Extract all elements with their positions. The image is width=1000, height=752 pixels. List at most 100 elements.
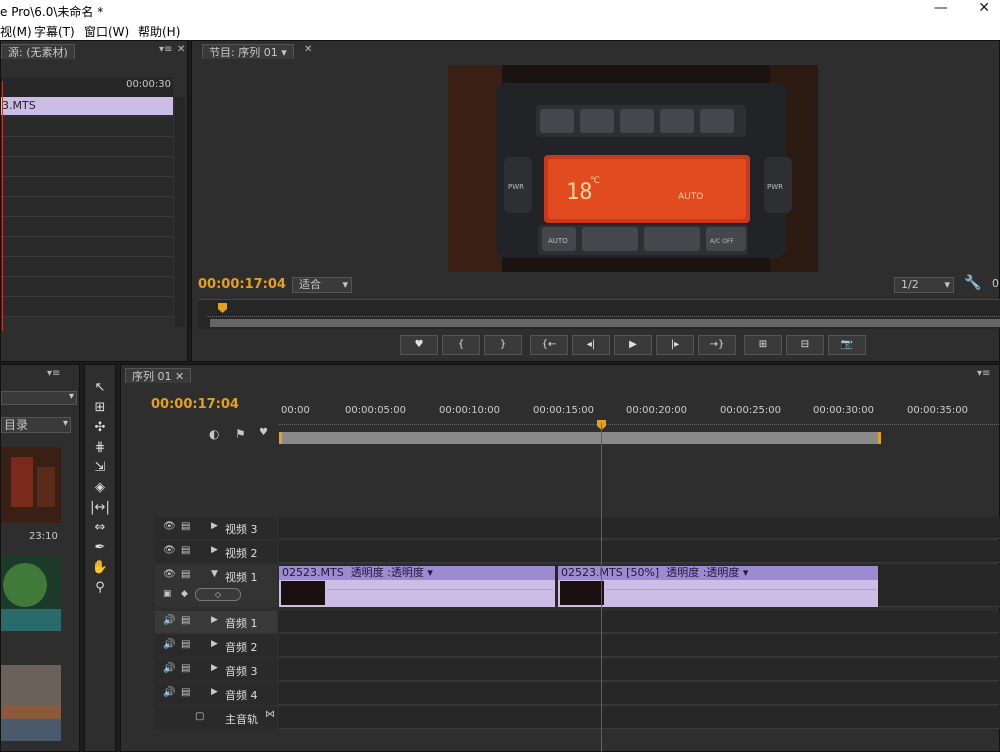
panel-menu-icon[interactable]: ▾≡ [159,44,172,55]
film-icon[interactable]: ▤ [181,521,190,532]
track-header-audio3[interactable]: 🔊 ▤ ▶ 音频 3 [155,659,277,681]
marker-icon[interactable]: ⚑ [235,427,246,441]
eye-icon[interactable]: 👁 [163,521,176,532]
panel-menu-icon[interactable]: ▾≡ [47,368,60,379]
expand-arrow-icon[interactable]: ▶ [211,615,218,625]
project-thumbnail-1[interactable] [1,447,61,523]
step-forward-button[interactable]: |▸ [656,335,694,355]
clip-effect[interactable]: 透明度 :透明度 ▾ [666,566,748,579]
track-header-master[interactable]: ▢ 主音轨 ⋈ [155,707,277,729]
close-icon[interactable]: ✕ [978,0,990,16]
menu-window[interactable]: 窗口(W) [84,23,129,40]
speaker-icon[interactable]: 🔊 [163,687,175,698]
rolling-edit-tool-icon[interactable]: ⋕ [90,439,110,457]
keyframe-icon[interactable]: ◆ [181,589,188,599]
slide-tool-icon[interactable]: ⇔ [90,519,110,537]
track-header-video3[interactable]: 👁 ▤ ▶ 视频 3 [155,517,277,539]
eye-icon[interactable]: 👁 [163,569,176,580]
film-icon[interactable]: ▤ [181,569,190,580]
project-search[interactable]: ▾ [1,391,77,405]
film-icon[interactable]: ▤ [181,639,190,650]
expand-arrow-icon[interactable]: ▶ [211,639,218,649]
panel-menu-icon[interactable]: ▾≡ [977,368,990,379]
track-lane-video3[interactable] [279,517,1000,539]
opacity-line[interactable] [327,589,553,590]
project-thumbnail-2[interactable] [1,555,61,631]
go-to-out-button[interactable]: →} [698,335,736,355]
slip-tool-icon[interactable]: |↔| [90,499,110,517]
sequence-timecode[interactable]: 00:00:17:04 [151,397,239,412]
close-icon[interactable]: ✕ [304,44,312,55]
tab-sequence[interactable]: 序列 01 ✕ [125,368,192,383]
step-back-button[interactable]: ◂| [572,335,610,355]
film-icon[interactable]: ▤ [181,545,190,556]
zoom-tool-icon[interactable]: ⚲ [90,579,110,597]
clip-effect[interactable]: 透明度 :透明度 ▾ [351,566,433,579]
speaker-icon[interactable]: 🔊 [163,615,175,626]
track-lane-audio4[interactable] [279,683,1000,705]
export-frame-button[interactable]: 📷 [828,335,866,355]
track-lane-audio1[interactable] [279,611,1000,633]
source-ruler[interactable]: 00:00:30 [1,77,173,97]
film-icon[interactable]: ▤ [181,615,190,626]
add-marker-icon[interactable]: ♥ [259,427,268,438]
track-lane-audio3[interactable] [279,659,1000,681]
close-icon[interactable]: ✕ [177,44,185,55]
track-header-audio2[interactable]: 🔊 ▤ ▶ 音频 2 [155,635,277,657]
speaker-icon[interactable]: 🔊 [163,639,175,650]
track-select-tool-icon[interactable]: ⊞ [90,399,110,417]
film-icon[interactable]: ▤ [181,663,190,674]
eye-icon[interactable]: 👁 [163,545,176,556]
play-button[interactable]: ▶ [614,335,652,355]
minimize-icon[interactable]: — [934,0,948,16]
timeline-ruler[interactable]: 00:00 00:00:05:00 00:00:10:00 00:00:15:0… [279,403,1000,425]
timeline-clip[interactable]: 02523.MTS [50%] 透明度 :透明度 ▾ [558,566,878,607]
selection-tool-icon[interactable]: ↖ [90,379,110,397]
go-to-in-button[interactable]: {← [530,335,568,355]
program-timecode[interactable]: 00:00:17:04 [198,277,286,292]
display-style-icon[interactable]: ▣ [163,589,172,599]
collapse-arrow-icon[interactable]: ▼ [211,569,218,579]
ripple-edit-tool-icon[interactable]: ✣ [90,419,110,437]
resolution-select[interactable]: 1/2 ▾ [894,277,954,293]
source-scrollbar[interactable] [175,97,185,327]
hand-tool-icon[interactable]: ✋ [90,559,110,577]
mark-out-button[interactable]: } [484,335,522,355]
speaker-icon[interactable]: 🔊 [163,663,175,674]
tab-source[interactable]: 源: (无素材) [1,44,75,59]
menu-title[interactable]: 字幕(T) [34,23,75,40]
razor-tool-icon[interactable]: ◈ [90,479,110,497]
bowtie-icon[interactable]: ⋈ [265,709,275,720]
lift-button[interactable]: ⊞ [744,335,782,355]
track-header-audio1[interactable]: 🔊 ▤ ▶ 音频 1 [155,611,277,633]
project-folder-select[interactable]: 目录 ▾ [1,417,71,433]
track-lane-master[interactable] [279,707,1000,729]
rate-stretch-tool-icon[interactable]: ⇲ [90,459,110,477]
wrench-icon[interactable]: 🔧 [964,275,981,291]
track-lane-video2[interactable] [279,541,1000,563]
tab-program[interactable]: 节目: 序列 01 ▾ [202,44,294,59]
opacity-line[interactable] [606,589,876,590]
work-area-bar[interactable] [279,432,881,444]
track-lane-audio2[interactable] [279,635,1000,657]
fit-select[interactable]: 适合 ▾ [292,277,352,293]
expand-arrow-icon[interactable]: ▶ [211,687,218,697]
menu-help[interactable]: 帮助(H) [138,23,180,40]
expand-arrow-icon[interactable]: ▶ [211,545,218,555]
add-marker-button[interactable]: ♥ [400,335,438,355]
track-header-video2[interactable]: 👁 ▤ ▶ 视频 2 [155,541,277,563]
keyframe-navigator[interactable]: ◇ [195,588,241,601]
extract-button[interactable]: ⊟ [786,335,824,355]
checkbox-icon[interactable]: ▢ [195,711,204,722]
pen-tool-icon[interactable]: ✒ [90,539,110,557]
track-header-video1[interactable]: 👁 ▤ ▼ 视频 1 ▣ ◆ ◇ [155,565,277,607]
expand-arrow-icon[interactable]: ▶ [211,521,218,531]
snap-icon[interactable]: ◐ [209,427,219,441]
timeline-clip[interactable]: 02523.MTS 透明度 :透明度 ▾ [279,566,555,607]
film-icon[interactable]: ▤ [181,687,190,698]
track-header-audio4[interactable]: 🔊 ▤ ▶ 音频 4 [155,683,277,705]
project-thumbnail-3[interactable] [1,665,61,741]
expand-arrow-icon[interactable]: ▶ [211,663,218,673]
mark-in-button[interactable]: { [442,335,480,355]
program-zoom-scrollbar[interactable] [210,319,1000,327]
